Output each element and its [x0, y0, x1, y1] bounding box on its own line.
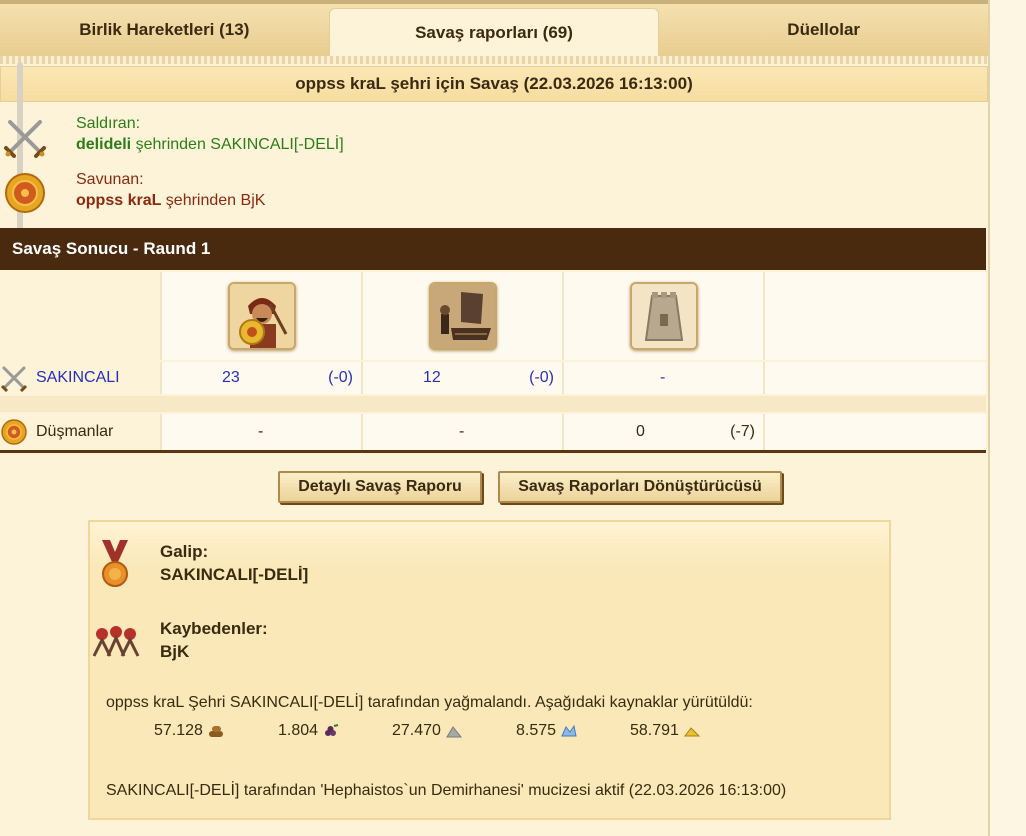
resource-crystal: 8.575: [516, 722, 578, 740]
unit-icon-row: [0, 272, 986, 360]
unit2-loss: (-0): [529, 369, 554, 386]
defender-label: Savunan:: [76, 171, 144, 188]
medal-icon: [102, 540, 128, 587]
detailed-report-button[interactable]: Detaylı Savaş Raporu: [278, 471, 482, 503]
sulfur-icon: [683, 727, 701, 737]
wall-unit-icon[interactable]: [630, 282, 698, 350]
losers-name[interactable]: BjK: [160, 642, 189, 662]
resource-wood: 57.128: [154, 722, 225, 740]
attacker-label: Saldıran:: [76, 115, 141, 132]
tab-troop-movements[interactable]: Birlik Hareketleri (13): [0, 4, 329, 56]
defender-player: şehrinden BjK: [161, 192, 266, 209]
defender-city[interactable]: oppss kraL: [76, 192, 161, 209]
report-converter-button[interactable]: Savaş Raporları Dönüştürücüsü: [498, 471, 782, 503]
own-player-name[interactable]: SAKINCALI: [36, 369, 120, 387]
attacker-player: şehrinden SAKINCALI[-DELİ]: [131, 136, 344, 153]
fallen-soldiers-icon: [92, 626, 140, 657]
wood-icon: [208, 726, 223, 737]
crossed-swords-icon: [4, 120, 46, 158]
hoplite-unit-icon[interactable]: [228, 282, 296, 350]
shield-icon: [5, 173, 45, 213]
catapult-unit-icon[interactable]: [429, 282, 497, 350]
row-spacer: [0, 396, 986, 412]
attacker-city[interactable]: delideli: [76, 136, 131, 153]
round-header: Savaş Sonucu - Raund 1: [0, 228, 986, 270]
marble-icon: [446, 726, 462, 738]
unit3-count: -: [660, 369, 666, 386]
tab-duels[interactable]: Düellolar: [659, 4, 988, 56]
defender-section: Savunan: oppss kraL şehrinden BjK: [0, 168, 988, 228]
enemy-label: Düşmanlar: [36, 423, 114, 440]
battle-report-panel: Birlik Hareketleri (13) Savaş raporları …: [0, 0, 990, 836]
unit2-count: -: [459, 423, 465, 440]
unit1-loss: (-0): [328, 369, 353, 386]
own-units-row: SAKINCALI 23 (-0) 12 (-0) -: [0, 362, 986, 394]
attacker-section: Saldıran: delideli şehrinden SAKINCALI[-…: [0, 112, 988, 172]
attacker-line: delideli şehrinden SAKINCALI[-DELİ]: [76, 136, 344, 154]
losers-label: Kaybedenler:: [160, 619, 268, 638]
wonder-text: SAKINCALI[-DELİ] tarafından 'Hephaistos`…: [106, 782, 787, 799]
battle-result-box: Galip: SAKINCALI[-DELİ] Kaybedenler: BjK…: [88, 520, 891, 820]
unit2-count: 12: [423, 369, 441, 386]
unit3-count: 0: [636, 423, 645, 440]
resource-marble: 27.470: [392, 722, 463, 740]
loot-text: oppss kraL Şehri SAKINCALI[-DELİ] tarafı…: [106, 694, 753, 711]
resource-wine: 1.804: [278, 722, 340, 740]
defender-line: oppss kraL şehrinden BjK: [76, 192, 265, 210]
wine-icon: [325, 724, 339, 736]
winner-label: Galip:: [160, 542, 209, 561]
shield-icon: [1, 419, 27, 445]
unit1-count: -: [258, 423, 264, 440]
report-title: oppss kraL şehri için Savaş (22.03.2026 …: [0, 66, 988, 102]
tab-bar: Birlik Hareketleri (13) Savaş raporları …: [0, 0, 988, 56]
crystal-icon: [561, 724, 577, 737]
crossed-swords-icon: [0, 366, 28, 392]
tab-battle-reports[interactable]: Savaş raporları (69): [328, 8, 660, 56]
resource-sulfur: 58.791: [630, 722, 701, 740]
unit1-count: 23: [222, 369, 240, 386]
winner-name[interactable]: SAKINCALI[-DELİ]: [160, 565, 308, 585]
enemy-units-row: Düşmanlar - - 0 (-7): [0, 414, 986, 453]
unit3-loss: (-7): [730, 423, 755, 440]
ornament-divider: [0, 56, 988, 64]
